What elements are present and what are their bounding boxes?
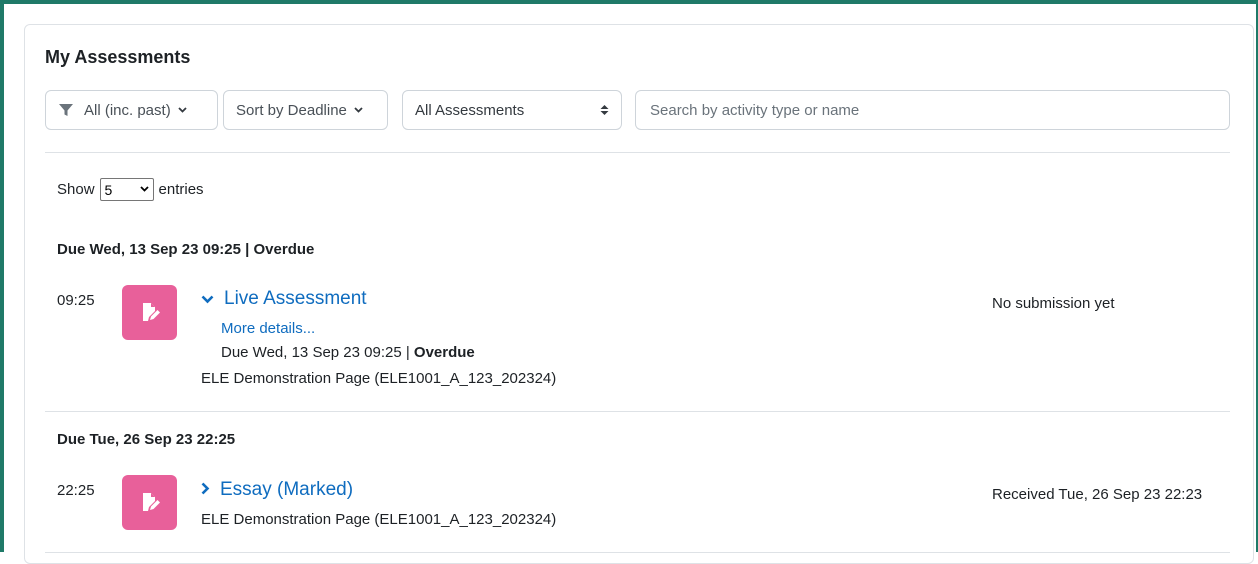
group-heading: Due Wed, 13 Sep 23 09:25 | Overdue bbox=[57, 241, 314, 258]
block-title: My Assessments bbox=[45, 47, 191, 67]
entries-value: 5 bbox=[104, 181, 113, 198]
course-name: ELE Demonstration Page (ELE1001_A_123_20… bbox=[201, 511, 557, 528]
chevron-right-icon[interactable] bbox=[201, 482, 210, 499]
overdue-flag: Overdue bbox=[413, 344, 475, 361]
chevron-down-icon bbox=[354, 104, 363, 116]
chevron-down-icon bbox=[139, 184, 149, 195]
divider bbox=[45, 411, 1230, 412]
entries-control: Show 5 entries bbox=[57, 178, 204, 201]
assessment-type-value: All Assessments bbox=[415, 101, 525, 119]
sort-dropdown[interactable]: Sort by Deadline bbox=[223, 90, 388, 130]
course-name: ELE Demonstration Page (ELE1001_A_123_20… bbox=[201, 370, 557, 387]
due-date-line: Due Wed, 13 Sep 23 09:25 | Overdue bbox=[221, 344, 475, 361]
activity-link[interactable]: Essay (Marked) bbox=[201, 479, 353, 501]
activity-title[interactable]: Essay (Marked) bbox=[220, 479, 353, 501]
item-time: 22:25 bbox=[57, 482, 95, 499]
show-label: Show bbox=[57, 181, 95, 198]
chevron-down-icon[interactable] bbox=[201, 291, 214, 308]
group-heading: Due Tue, 26 Sep 23 22:25 bbox=[57, 431, 236, 448]
chevron-down-icon bbox=[178, 104, 187, 116]
entries-select[interactable]: 5 bbox=[99, 178, 154, 201]
sort-label: Sort by Deadline bbox=[236, 101, 347, 119]
entries-label: entries bbox=[158, 181, 204, 198]
time-filter-dropdown[interactable]: All (inc. past) bbox=[45, 90, 218, 130]
submission-status: Received Tue, 26 Sep 23 22:23 bbox=[992, 486, 1203, 503]
activity-title[interactable]: Live Assessment bbox=[224, 288, 367, 310]
assignment-icon bbox=[122, 285, 177, 340]
submission-status: No submission yet bbox=[992, 295, 1115, 312]
my-assessments-block: My Assessments All (inc. past) Sort by D… bbox=[24, 24, 1254, 564]
assignment-icon bbox=[122, 475, 177, 530]
activity-link[interactable]: Live Assessment bbox=[201, 288, 367, 310]
page-frame: My Assessments All (inc. past) Sort by D… bbox=[0, 0, 1258, 564]
overdue-flag: Overdue bbox=[253, 241, 315, 258]
search-input[interactable]: Search by activity type or name bbox=[635, 90, 1230, 130]
select-arrows-icon bbox=[600, 104, 609, 116]
more-details-link[interactable]: More details... bbox=[221, 320, 315, 337]
item-time: 09:25 bbox=[57, 292, 95, 309]
time-filter-label: All (inc. past) bbox=[84, 101, 171, 119]
due-date-text: Due Wed, 13 Sep 23 09:25 | bbox=[221, 344, 414, 361]
divider bbox=[45, 552, 1230, 553]
assessment-type-select[interactable]: All Assessments bbox=[402, 90, 622, 130]
divider bbox=[45, 152, 1230, 153]
filter-icon bbox=[59, 104, 73, 116]
search-placeholder: Search by activity type or name bbox=[650, 101, 860, 119]
group-heading-date: Due Wed, 13 Sep 23 09:25 | bbox=[57, 241, 254, 258]
